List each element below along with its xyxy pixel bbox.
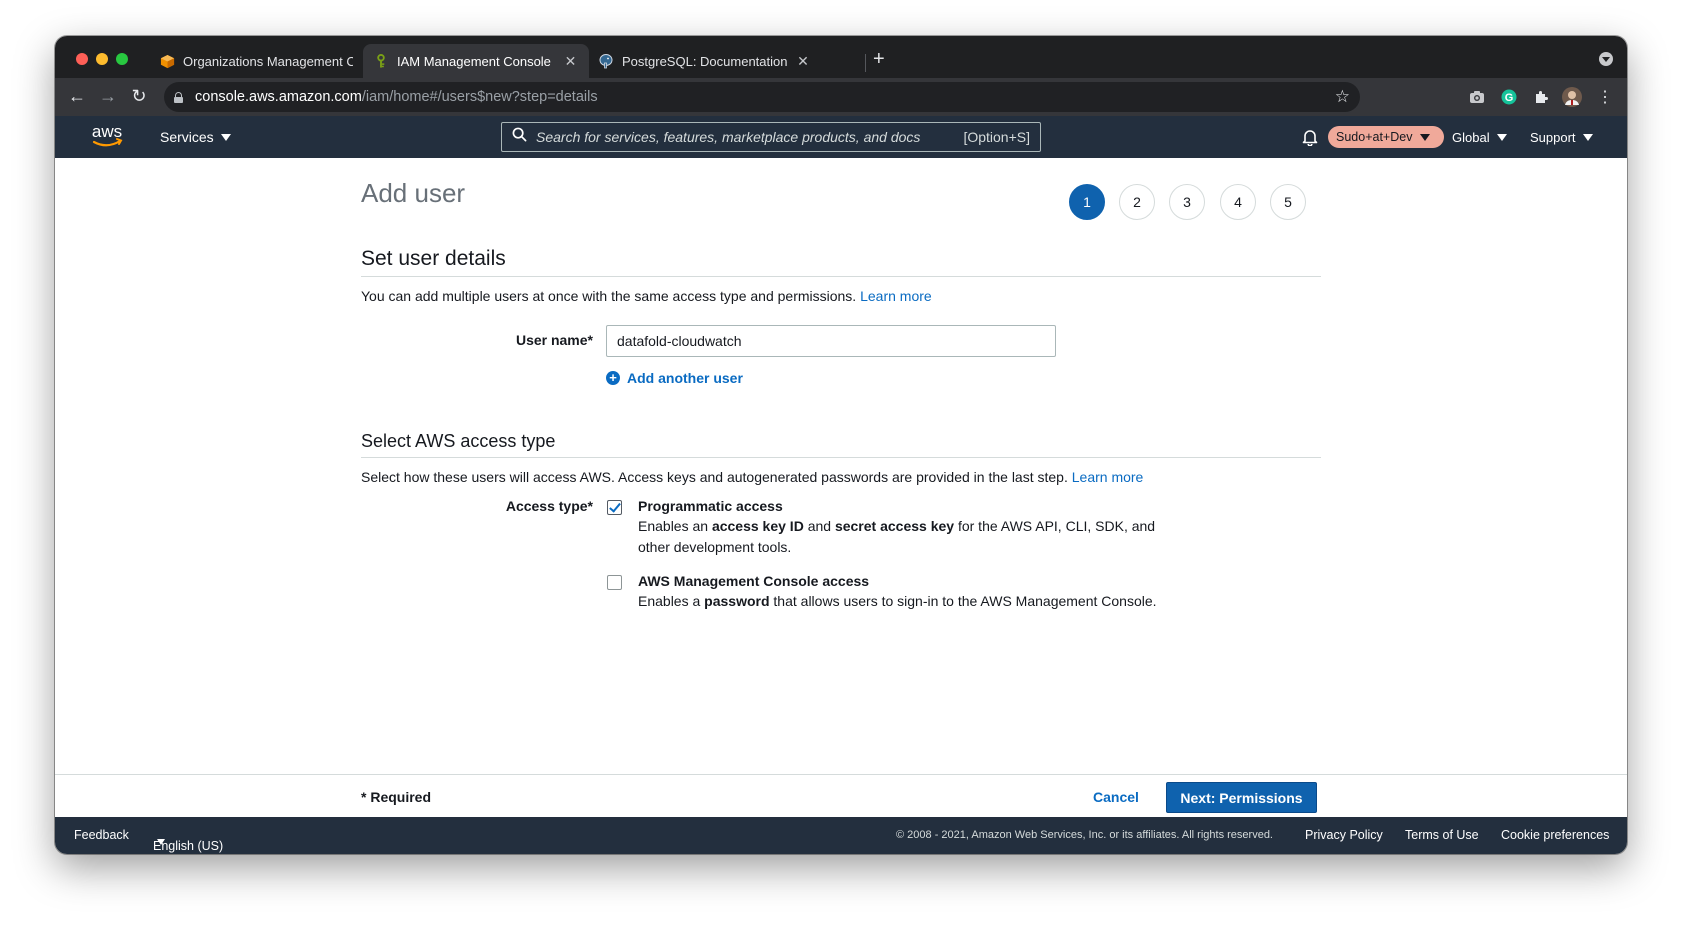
description-text: Select how these users will access AWS. … — [361, 469, 1068, 485]
divider — [361, 276, 1321, 277]
back-arrow-icon[interactable]: ← — [67, 86, 87, 106]
browser-window: Organizations Management Co ✕ IAM Manage… — [55, 36, 1627, 854]
programmatic-access-description: Enables an access key ID and secret acce… — [638, 518, 1156, 555]
access-type-description: Select how these users will access AWS. … — [361, 469, 1143, 485]
lock-icon — [174, 91, 183, 103]
tab-separator — [865, 54, 866, 72]
extensions-puzzle-icon[interactable] — [1531, 87, 1551, 107]
page-title: Add user — [361, 178, 466, 208]
tab-postgresql[interactable]: PostgreSQL: Documentation: 9 ✕ — [588, 44, 822, 78]
section-title-access-type: Select AWS access type — [361, 431, 556, 451]
cookie-preferences-link[interactable]: Cookie preferences — [1501, 828, 1609, 842]
caret-down-icon — [1582, 134, 1593, 141]
svg-text:G: G — [1505, 92, 1514, 104]
required-note: * Required — [361, 789, 432, 805]
browser-menu-icon[interactable]: ⋮ — [1595, 87, 1615, 107]
close-tab-icon[interactable]: ✕ — [796, 53, 810, 70]
wizard-step-1[interactable]: 1 — [1069, 184, 1105, 220]
svg-text:aws: aws — [92, 122, 122, 141]
caret-down-icon — [1420, 133, 1431, 141]
description-text: You can add multiple users at once with … — [361, 288, 857, 304]
feedback-link[interactable]: Feedback — [74, 828, 129, 842]
address-bar[interactable]: console.aws.amazon.com/iam/home#/users$n… — [164, 82, 1360, 112]
search-placeholder: Search for services, features, marketpla… — [536, 129, 921, 145]
forward-arrow-icon[interactable]: → — [98, 86, 118, 106]
aws-footer: Feedback English (US) © 2008 - 2021, Ama… — [55, 817, 1627, 854]
main-content: Add user 1 2 3 4 5 Set user details You … — [55, 158, 1627, 774]
close-tab-icon[interactable]: ✕ — [564, 53, 577, 70]
support-label: Support — [1530, 130, 1576, 145]
cancel-button[interactable]: Cancel — [1093, 789, 1139, 805]
close-window-button[interactable] — [76, 53, 88, 65]
maximize-window-button[interactable] — [116, 53, 128, 65]
bookmark-star-icon[interactable]: ☆ — [1335, 87, 1350, 107]
aws-logo[interactable]: aws — [88, 121, 128, 151]
caret-down-icon — [157, 839, 165, 845]
programmatic-access-checkbox[interactable] — [607, 500, 622, 515]
section-title-user-details: Set user details — [361, 247, 506, 270]
url-path: /iam/home#/users$new?step=details — [361, 89, 598, 105]
tab-search-icon[interactable] — [1599, 52, 1613, 66]
add-another-user-label: Add another user — [627, 370, 743, 386]
wizard-step-3[interactable]: 3 — [1169, 184, 1205, 220]
tab-title: PostgreSQL: Documentation: 9 — [622, 53, 788, 69]
user-details-description: You can add multiple users at once with … — [361, 288, 932, 304]
add-another-user-button[interactable]: + Add another user — [606, 370, 743, 386]
learn-more-link[interactable]: Learn more — [1072, 469, 1144, 485]
learn-more-link[interactable]: Learn more — [860, 288, 932, 304]
camera-extension-icon[interactable] — [1467, 87, 1487, 107]
key-icon — [373, 53, 389, 69]
reload-icon[interactable]: ↻ — [129, 86, 149, 106]
wizard-action-bar: * Required Cancel Next: Permissions — [55, 774, 1627, 817]
services-label: Services — [160, 129, 214, 145]
tab-strip: Organizations Management Co ✕ IAM Manage… — [55, 36, 1627, 78]
privacy-policy-link[interactable]: Privacy Policy — [1305, 828, 1383, 842]
tab-organizations[interactable]: Organizations Management Co ✕ — [149, 44, 387, 78]
services-menu[interactable]: Services — [160, 129, 231, 145]
username-input[interactable]: datafold-cloudwatch — [606, 325, 1056, 357]
programmatic-access-title: Programmatic access — [638, 498, 783, 514]
account-menu[interactable]: Sudo+at+Dev — [1328, 126, 1444, 148]
wizard-step-5[interactable]: 5 — [1270, 184, 1306, 220]
username-label: User name* — [515, 332, 593, 348]
console-access-title: AWS Management Console access — [638, 573, 870, 589]
wizard-step-2[interactable]: 2 — [1119, 184, 1155, 220]
aws-search-box[interactable]: Search for services, features, marketpla… — [501, 122, 1041, 152]
caret-down-icon — [220, 133, 231, 141]
new-tab-icon[interactable]: + — [873, 48, 885, 71]
url-host: console.aws.amazon.com — [195, 89, 362, 105]
terms-of-use-link[interactable]: Terms of Use — [1405, 828, 1479, 842]
account-name: Sudo+at+Dev — [1336, 130, 1413, 144]
minimize-window-button[interactable] — [96, 53, 108, 65]
browser-toolbar: ← → ↻ console.aws.amazon.com/iam/home#/u… — [55, 78, 1627, 116]
tab-iam[interactable]: IAM Management Console ✕ — [363, 44, 589, 78]
access-type-label: Access type* — [505, 498, 593, 514]
divider — [361, 457, 1321, 458]
next-permissions-button[interactable]: Next: Permissions — [1166, 782, 1317, 813]
grammarly-icon[interactable]: G — [1499, 87, 1519, 107]
search-icon — [512, 127, 527, 147]
aws-cube-icon — [159, 53, 175, 69]
console-access-description: Enables a password that allows users to … — [638, 593, 1157, 609]
region-label: Global — [1452, 130, 1490, 145]
plus-circle-icon: + — [606, 371, 620, 385]
bell-icon[interactable] — [1301, 128, 1319, 147]
support-menu[interactable]: Support — [1530, 130, 1593, 145]
search-shortcut: [Option+S] — [963, 129, 1030, 145]
tab-title: IAM Management Console — [397, 53, 551, 69]
postgresql-elephant-icon — [598, 53, 614, 69]
caret-down-icon — [1496, 134, 1507, 141]
console-access-checkbox[interactable] — [607, 575, 622, 590]
copyright-text: © 2008 - 2021, Amazon Web Services, Inc.… — [896, 829, 1273, 841]
profile-avatar-icon[interactable] — [1562, 87, 1582, 107]
tab-title: Organizations Management Co — [183, 53, 353, 69]
wizard-step-4[interactable]: 4 — [1220, 184, 1256, 220]
region-menu[interactable]: Global — [1452, 130, 1507, 145]
aws-top-nav: aws Services Search for services, featur… — [55, 116, 1627, 158]
